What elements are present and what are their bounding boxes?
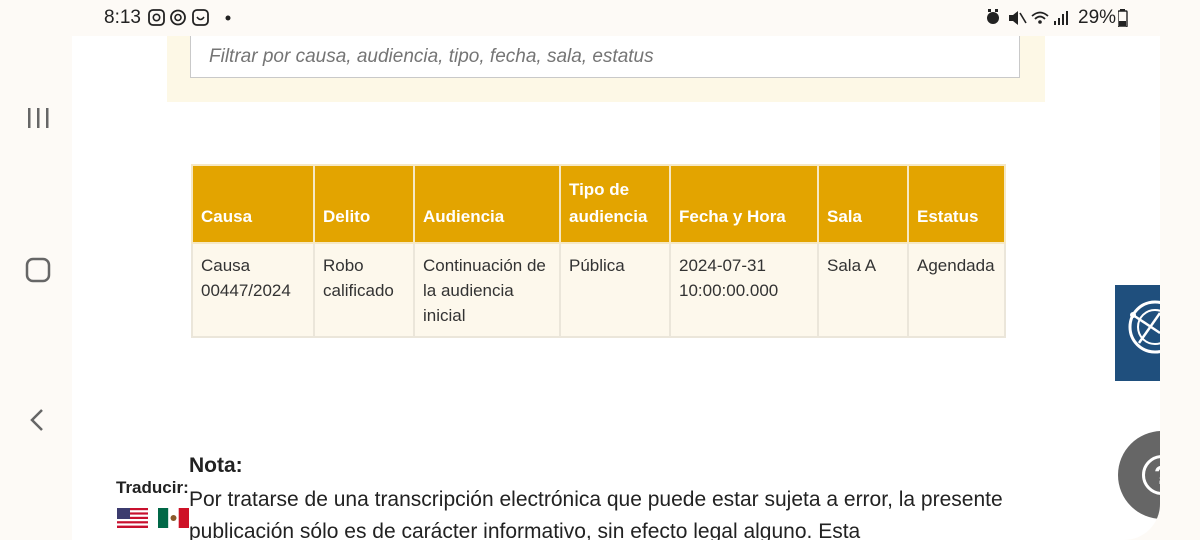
- header-sala[interactable]: Sala: [817, 164, 909, 244]
- notification-icons: [148, 9, 231, 26]
- cell-tipo-audiencia: Pública: [559, 242, 671, 338]
- hearings-table: Causa Delito Audiencia Tipo de audiencia…: [191, 164, 1006, 338]
- header-causa[interactable]: Causa: [191, 164, 315, 244]
- help-button[interactable]: ?: [1118, 431, 1160, 519]
- mx-flag-icon[interactable]: [158, 508, 189, 528]
- header-delito[interactable]: Delito: [313, 164, 415, 244]
- table-header-row: Causa Delito Audiencia Tipo de audiencia…: [191, 164, 1006, 244]
- recent-apps-icon[interactable]: [20, 100, 56, 136]
- filter-section: [167, 36, 1045, 102]
- cell-sala: Sala A: [817, 242, 909, 338]
- filter-input[interactable]: [190, 36, 1020, 78]
- battery-icon: [1118, 9, 1128, 27]
- cell-delito: Robo calificado: [313, 242, 415, 338]
- accessibility-widget-button[interactable]: [1115, 285, 1160, 381]
- help-icon: ?: [1142, 455, 1160, 495]
- header-audiencia[interactable]: Audiencia: [413, 164, 561, 244]
- cell-fecha-hora: 2024-07-31 10:00:00.000: [669, 242, 819, 338]
- accessibility-icon: [1128, 300, 1160, 354]
- header-fecha-hora[interactable]: Fecha y Hora: [669, 164, 819, 244]
- navigation-rail: [0, 0, 72, 540]
- table-row: Causa 00447/2024 Robo calificado Continu…: [191, 242, 1006, 338]
- clock: 8:13: [104, 7, 141, 28]
- note-text: Por tratarse de una transcripción electr…: [189, 488, 1003, 540]
- battery-percent: 29%: [1078, 7, 1117, 28]
- header-estatus[interactable]: Estatus: [907, 164, 1006, 244]
- cell-audiencia: Continuación de la audiencia inicial: [413, 242, 561, 338]
- back-icon[interactable]: [20, 402, 56, 438]
- note-title: Nota:: [189, 454, 243, 477]
- cell-causa: Causa 00447/2024: [191, 242, 315, 338]
- home-icon[interactable]: [20, 252, 56, 288]
- cell-estatus: Agendada: [907, 242, 1006, 338]
- web-page: 8:13 29% Filtrar por causa, audiencia, t…: [72, 0, 1160, 540]
- status-bar: 8:13 29%: [72, 0, 1160, 36]
- header-tipo-audiencia[interactable]: Tipo de audiencia: [559, 164, 671, 244]
- system-status-icons: [987, 9, 1068, 25]
- us-flag-icon[interactable]: [117, 508, 148, 528]
- translate-label: Traducir:: [116, 478, 189, 497]
